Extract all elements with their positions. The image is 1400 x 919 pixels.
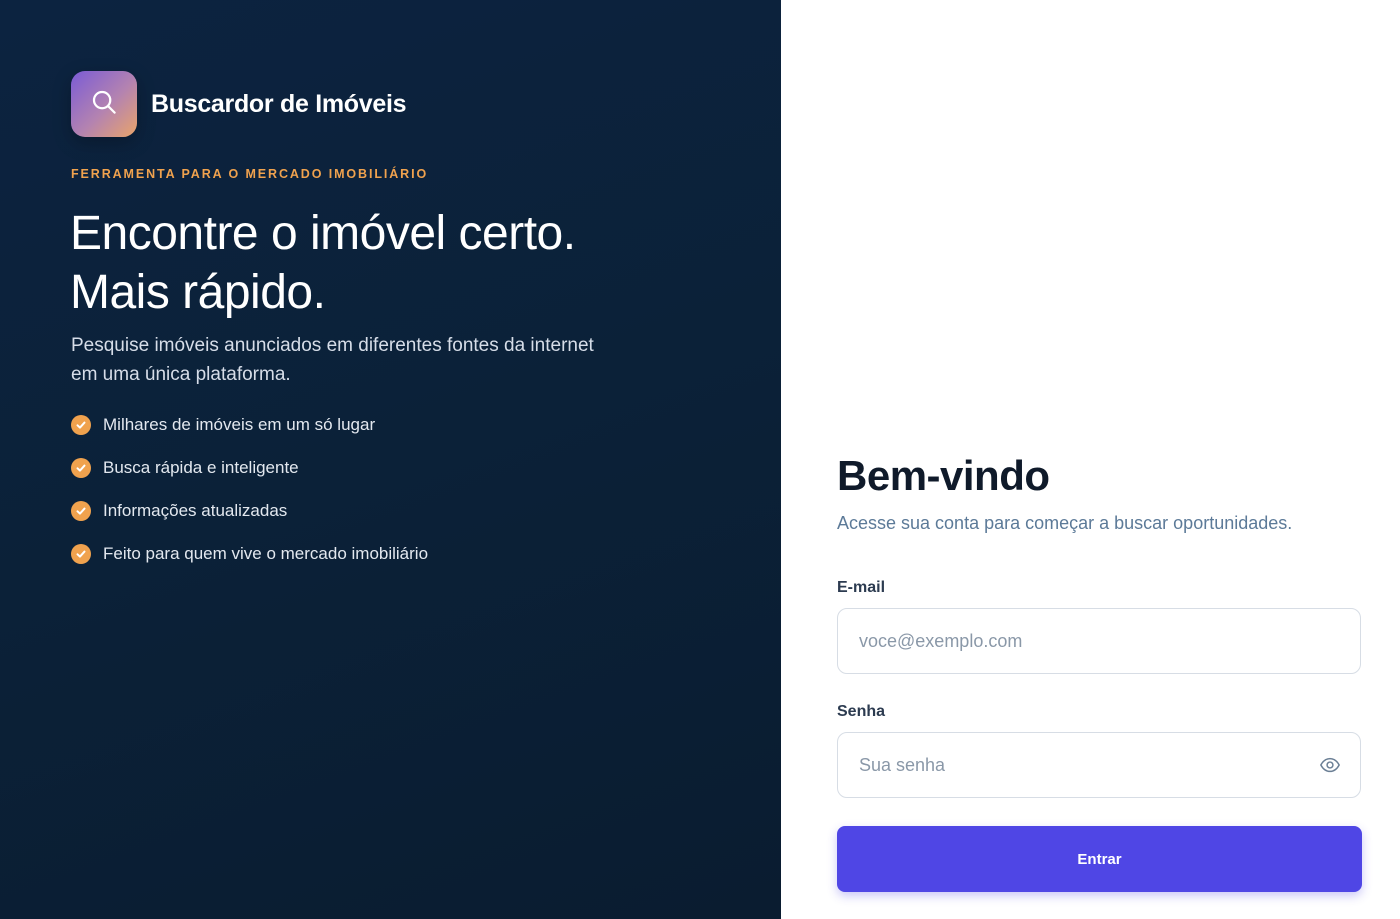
password-field-wrapper bbox=[837, 732, 1361, 798]
eye-icon[interactable] bbox=[1318, 753, 1342, 777]
feature-text: Informações atualizadas bbox=[103, 501, 288, 520]
feature-item: Milhares de imóveis em um só lugar bbox=[71, 412, 428, 438]
hero-panel: Buscardor de Imóveis FERRAMENTA PARA O M… bbox=[0, 0, 781, 919]
brand-logo bbox=[71, 71, 137, 137]
check-circle-icon bbox=[71, 501, 91, 521]
login-title: Bem-vindo bbox=[837, 452, 1050, 499]
feature-item: Busca rápida e inteligente bbox=[71, 455, 428, 481]
check-circle-icon bbox=[71, 415, 91, 435]
hero-headline-line2: Mais rápido. bbox=[70, 266, 326, 319]
search-icon bbox=[89, 87, 119, 122]
hero-subtitle: Pesquise imóveis anunciados em diferente… bbox=[71, 335, 594, 385]
password-field[interactable] bbox=[838, 733, 1360, 797]
feature-list: Milhares de imóveis em um só lugar Busca… bbox=[71, 412, 428, 584]
feature-item: Feito para quem vive o mercado imobiliár… bbox=[71, 541, 428, 567]
email-field[interactable] bbox=[838, 609, 1360, 673]
login-subtitle: Acesse sua conta para começar a buscar o… bbox=[837, 513, 1293, 533]
email-label: E-mail bbox=[837, 579, 886, 596]
feature-text: Milhares de imóveis em um só lugar bbox=[103, 415, 376, 434]
hero-eyebrow: FERRAMENTA PARA O MERCADO IMOBILIÁRIO bbox=[71, 167, 429, 181]
password-label: Senha bbox=[837, 703, 886, 720]
email-field-wrapper bbox=[837, 608, 1361, 674]
check-circle-icon bbox=[71, 544, 91, 564]
hero-headline: Encontre o imóvel certo. Mais rápido. bbox=[70, 204, 576, 322]
brand-name: Buscardor de Imóveis bbox=[151, 89, 407, 118]
brand: Buscardor de Imóveis bbox=[71, 71, 407, 137]
feature-item: Informações atualizadas bbox=[71, 498, 428, 524]
login-button[interactable]: Entrar bbox=[837, 826, 1362, 892]
hero-headline-line1: Encontre o imóvel certo. bbox=[70, 207, 576, 260]
feature-text: Feito para quem vive o mercado imobiliár… bbox=[103, 544, 429, 563]
feature-text: Busca rápida e inteligente bbox=[103, 458, 299, 477]
login-page: Buscardor de Imóveis FERRAMENTA PARA O M… bbox=[0, 0, 1400, 919]
check-circle-icon bbox=[71, 458, 91, 478]
login-panel: Bem-vindo Acesse sua conta para começar … bbox=[781, 0, 1400, 919]
